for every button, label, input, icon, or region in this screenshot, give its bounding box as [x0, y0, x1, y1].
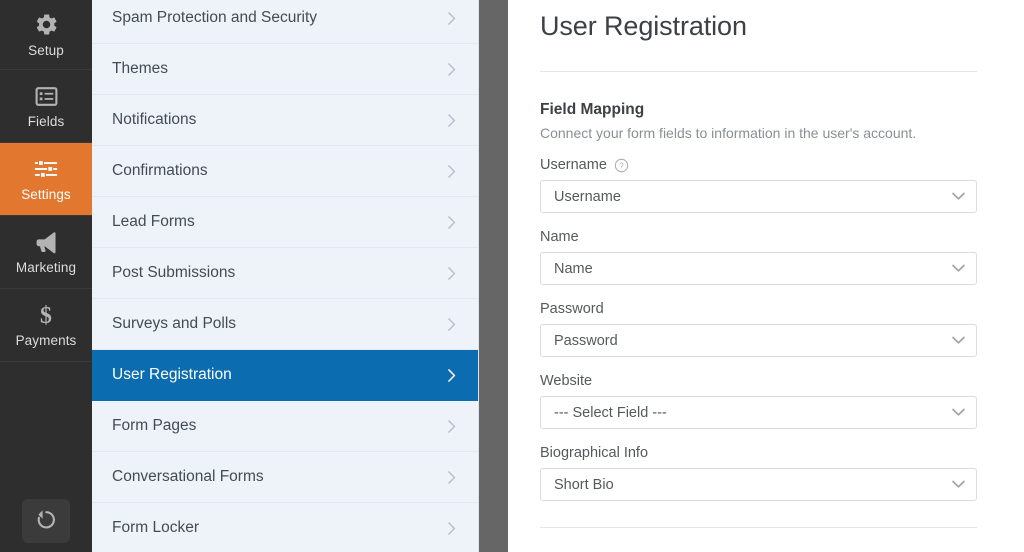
panel-divider-strip	[479, 0, 508, 552]
chevron-right-icon	[448, 266, 456, 280]
rail-item-fields[interactable]: Fields	[0, 70, 92, 143]
select-website[interactable]: --- Select Field ---	[540, 396, 977, 429]
page-title: User Registration	[540, 11, 747, 41]
chevron-right-icon	[448, 419, 456, 433]
select-password[interactable]: Password	[540, 324, 977, 357]
chevron-right-icon	[448, 215, 456, 229]
chevron-down-icon	[952, 408, 965, 417]
field-label-row: Website	[540, 373, 977, 389]
chevron-right-icon	[448, 317, 456, 331]
chevron-right-icon	[448, 470, 456, 484]
select-value: Short Bio	[554, 476, 614, 493]
field-label: Username	[540, 157, 607, 173]
rail-item-label: Payments	[15, 333, 77, 348]
field-group: Password Password	[540, 301, 977, 357]
field-label: Name	[540, 229, 579, 245]
field-group: Name Name	[540, 229, 977, 285]
settings-content-panel: User Registration Field Mapping Connect …	[510, 0, 1024, 552]
menu-item-spam-protection-and-security[interactable]: Spam Protection and Security	[92, 0, 478, 44]
rail-item-setup[interactable]: Setup	[0, 0, 92, 70]
menu-item-label: Conversational Forms	[112, 468, 264, 486]
menu-item-label: Surveys and Polls	[112, 315, 237, 333]
select-name[interactable]: Name	[540, 252, 977, 285]
chevron-down-icon	[952, 192, 965, 201]
menu-item-conversational-forms[interactable]: Conversational Forms	[92, 452, 478, 503]
settings-menu-items: Spam Protection and Security Themes Notifi…	[92, 0, 478, 552]
rail-item-settings[interactable]: Settings	[0, 143, 92, 216]
revisions-button[interactable]	[22, 499, 70, 543]
menu-item-label: Confirmations	[112, 162, 208, 180]
megaphone-icon	[33, 229, 59, 255]
field-label-row: Name	[540, 229, 977, 245]
menu-item-label: Lead Forms	[112, 213, 195, 231]
chevron-right-icon	[448, 11, 456, 25]
rail-bottom-area	[0, 490, 92, 552]
svg-text:$: $	[40, 303, 52, 328]
field-label-row: Username?	[540, 157, 977, 173]
field-label: Password	[540, 301, 604, 317]
menu-item-label: Themes	[112, 60, 168, 78]
rail-item-payments[interactable]: $ Payments	[0, 289, 92, 362]
chevron-down-icon	[952, 264, 965, 273]
settings-menu-list[interactable]: Spam Protection and Security Themes Notifi…	[92, 0, 479, 552]
chevron-right-icon	[448, 113, 456, 127]
menu-item-surveys-and-polls[interactable]: Surveys and Polls	[92, 299, 478, 350]
menu-item-themes[interactable]: Themes	[92, 44, 478, 95]
select-biographical-info[interactable]: Short Bio	[540, 468, 977, 501]
chevron-right-icon	[448, 164, 456, 178]
menu-item-lead-forms[interactable]: Lead Forms	[92, 197, 478, 248]
select-username[interactable]: Username	[540, 180, 977, 213]
rail-item-label: Fields	[27, 114, 65, 129]
dollar-sign-icon: $	[33, 302, 59, 328]
menu-item-confirmations[interactable]: Confirmations	[92, 146, 478, 197]
select-value: Username	[554, 188, 621, 205]
menu-item-post-submissions[interactable]: Post Submissions	[92, 248, 478, 299]
question-circle-icon[interactable]: ?	[614, 158, 629, 173]
field-group: Website --- Select Field ---	[540, 373, 977, 429]
chevron-down-icon	[952, 480, 965, 489]
menu-item-label: Notifications	[112, 111, 197, 129]
primary-nav-rail: Setup Fields Settings Marketing $ Paymen…	[0, 0, 92, 552]
gear-icon	[33, 12, 59, 38]
field-mapping-fields: Username? Username Name Name Password Passwor…	[540, 157, 977, 501]
menu-item-form-locker[interactable]: Form Locker	[92, 503, 478, 552]
field-label: Website	[540, 373, 593, 389]
rail-item-label: Marketing	[15, 260, 77, 275]
menu-item-label: Form Locker	[112, 519, 199, 537]
section-description: Connect your form fields to information …	[540, 125, 917, 141]
list-box-icon	[33, 83, 59, 109]
form-builder-window: Setup Fields Settings Marketing $ Paymen…	[0, 0, 1024, 552]
field-label: Biographical Info	[540, 445, 649, 461]
chevron-down-icon	[952, 336, 965, 345]
chevron-right-icon	[448, 521, 456, 535]
menu-item-label: Spam Protection and Security	[112, 9, 318, 27]
menu-item-label: User Registration	[112, 366, 232, 384]
rail-spacer	[0, 362, 92, 490]
field-label-row: Biographical Info	[540, 445, 977, 461]
rail-item-marketing[interactable]: Marketing	[0, 216, 92, 289]
menu-item-form-pages[interactable]: Form Pages	[92, 401, 478, 452]
field-label-row: Password	[540, 301, 977, 317]
menu-item-label: Form Pages	[112, 417, 197, 435]
select-value: --- Select Field ---	[554, 404, 667, 421]
field-group: Biographical Info Short Bio	[540, 445, 977, 501]
title-divider	[540, 71, 977, 72]
menu-item-notifications[interactable]: Notifications	[92, 95, 478, 146]
sliders-icon	[33, 156, 59, 182]
section-bottom-divider	[540, 527, 977, 528]
field-group: Username? Username	[540, 157, 977, 213]
select-value: Password	[554, 332, 618, 349]
menu-item-label: Post Submissions	[112, 264, 236, 282]
chevron-right-icon	[448, 62, 456, 76]
rail-item-label: Settings	[21, 187, 71, 202]
rail-item-label: Setup	[28, 42, 64, 58]
select-value: Name	[554, 260, 593, 277]
menu-item-user-registration[interactable]: User Registration	[92, 350, 478, 401]
section-title: Field Mapping	[540, 101, 645, 118]
history-revert-icon	[34, 507, 58, 536]
chevron-right-icon	[448, 368, 456, 382]
svg-text:?: ?	[619, 161, 624, 170]
